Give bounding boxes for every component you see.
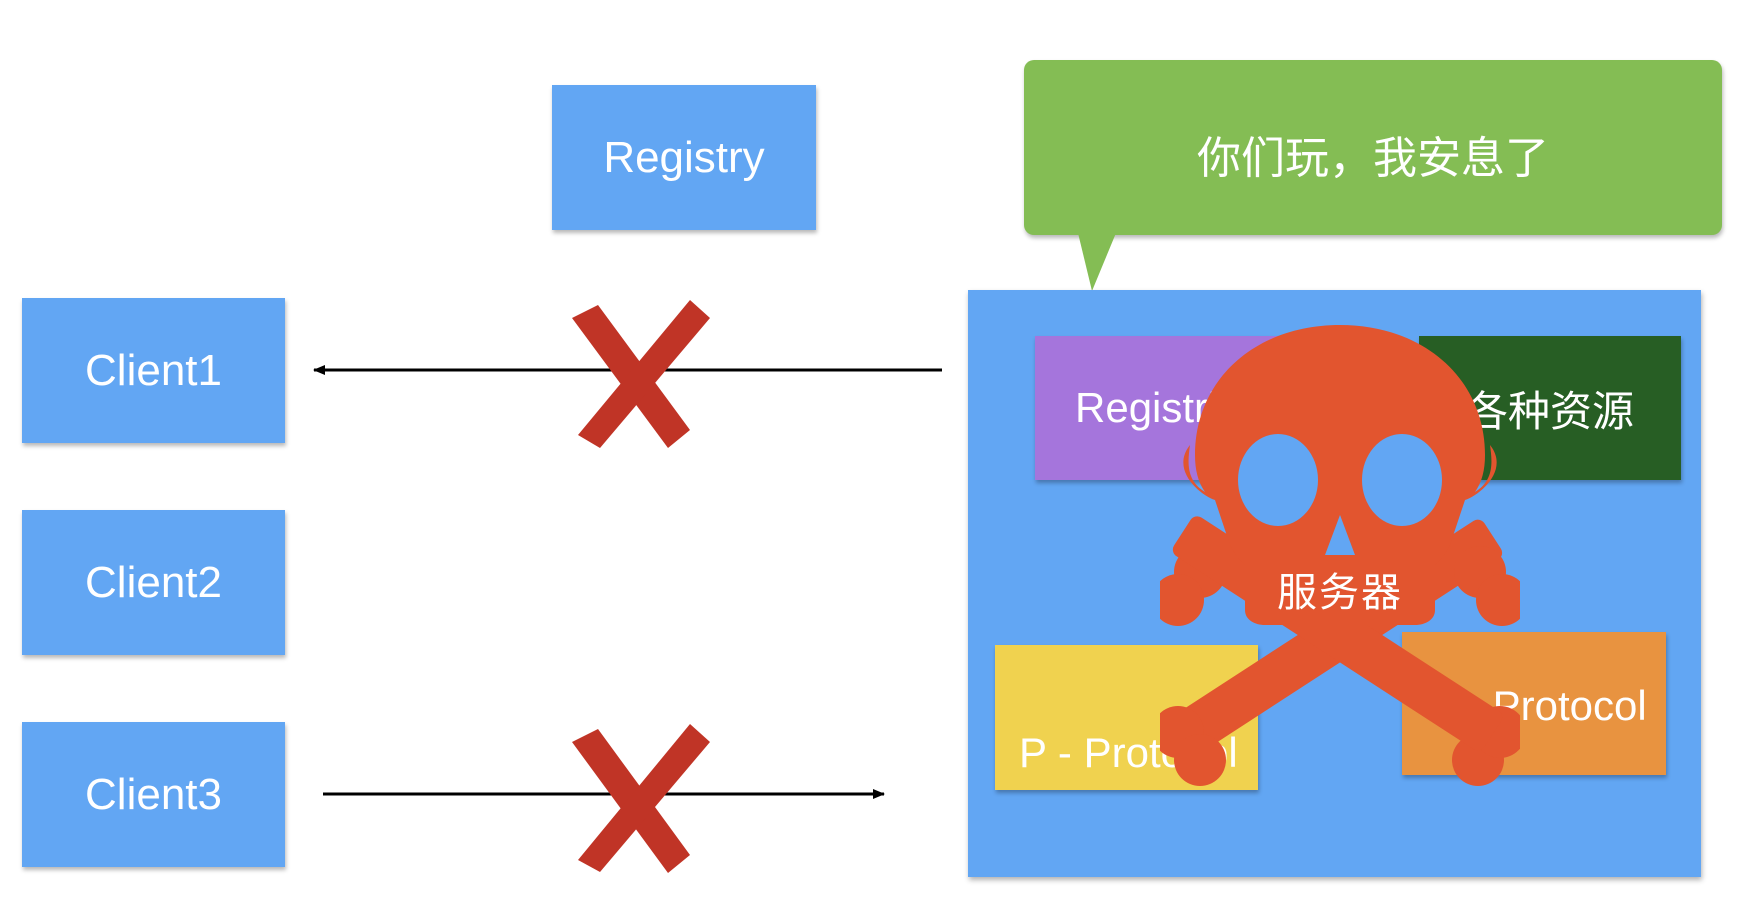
registry-label: Registry	[603, 132, 765, 182]
skull-eye-right	[1362, 434, 1442, 526]
client3-node: Client3	[22, 722, 285, 867]
client2-node: Client2	[22, 510, 285, 655]
client2-label: Client2	[85, 557, 222, 607]
skull-teeth-label: 服务器	[1277, 570, 1403, 616]
speech-bubble: 你们玩，我安息了	[1024, 60, 1722, 235]
x-mark-icon	[572, 724, 710, 873]
client1-node: Client1	[22, 298, 285, 443]
registry-node: Registry	[552, 85, 816, 230]
client1-label: Client1	[85, 345, 222, 395]
speech-bubble-text: 你们玩，我安息了	[1197, 133, 1549, 184]
skull-eye-left	[1238, 434, 1318, 526]
client3-label: Client3	[85, 769, 222, 819]
x-mark-icon	[572, 300, 710, 448]
speech-bubble-tail	[1078, 233, 1116, 291]
